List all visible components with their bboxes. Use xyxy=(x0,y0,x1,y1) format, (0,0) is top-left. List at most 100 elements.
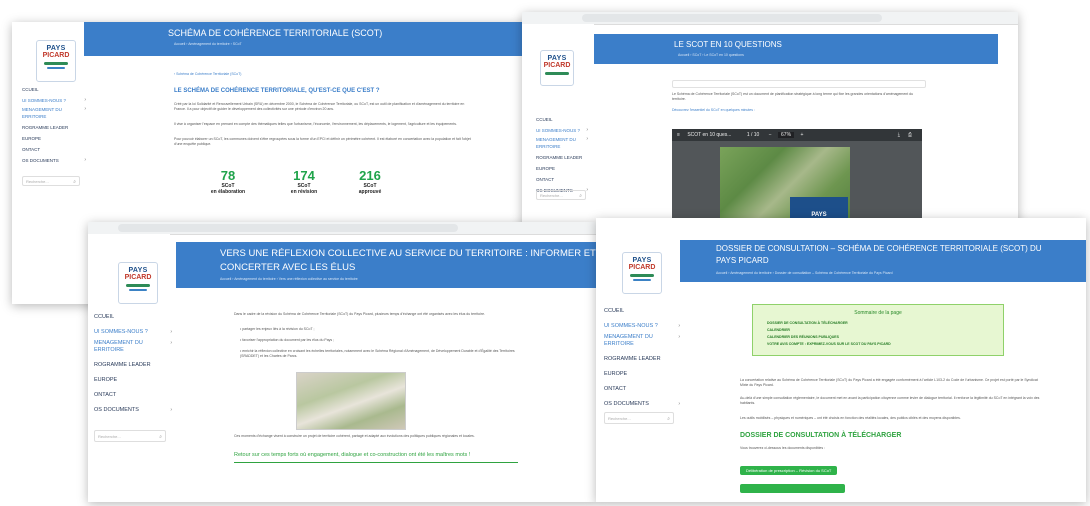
search-input[interactable]: Recherche... ⌕ xyxy=(94,430,166,442)
pays-picard-logo[interactable]: PAYS PICARD xyxy=(622,252,662,294)
menu-item-contact[interactable]: ONTACT xyxy=(536,174,588,185)
menu-item-accueil[interactable]: CCUEIL xyxy=(536,114,588,125)
download-icon[interactable]: ⤓ xyxy=(898,129,900,141)
page-indicator[interactable]: 1 / 10 xyxy=(747,132,760,138)
chevron-right-icon: › xyxy=(586,187,588,193)
menu-item-amenagement[interactable]: MENAGEMENT DU ERRITOIRE › xyxy=(94,340,172,358)
divider xyxy=(672,80,926,88)
search-input[interactable]: Recherche... ⌕ xyxy=(604,412,674,424)
page-summary-box: Sommaire de la page DOSSIER DE CONSULTAT… xyxy=(752,304,1004,356)
sidebar: PAYS PICARD CCUEIL UI SOMMES-NOUS ? › MEN… xyxy=(596,218,680,502)
search-icon[interactable]: ⌕ xyxy=(73,177,76,187)
back-link[interactable]: ‹ Schéma de Cohérence Territoriale (SCoT… xyxy=(174,72,241,77)
download-button[interactable]: Diagnostic territorial et état initial d… xyxy=(740,484,845,493)
search-icon[interactable]: ⌕ xyxy=(667,413,670,425)
pdf-viewer-toolbar: ≡ SCOT en 10 ques... 1 / 10 − 67% + ⤓ ⎙ xyxy=(672,129,922,141)
address-bar[interactable] xyxy=(582,14,882,22)
summary-title: Sommaire de la page xyxy=(854,310,902,316)
menu-item-leader[interactable]: ROGRAMME LEADER xyxy=(22,122,86,133)
page-banner: SCHÉMA DE COHÉRENCE TERRITORIALE (SCOT) … xyxy=(84,22,524,56)
breadcrumb[interactable]: Accueil › Aménagement du territoire › SC… xyxy=(174,42,242,46)
menu-item-documents[interactable]: OS DOCUMENTS › xyxy=(604,397,680,412)
page-title-line-1: VERS UNE RÉFLEXION COLLECTIVE AU SERVICE… xyxy=(220,248,596,259)
menu-item-qui-sommes-nous[interactable]: UI SOMMES-NOUS ? › xyxy=(22,95,86,106)
chevron-right-icon: › xyxy=(84,97,86,103)
summary-link[interactable]: VOTRE AVIS COMPTE : EXPRIMEZ-VOUS SUR LE… xyxy=(767,342,891,346)
search-input[interactable]: Recherche... ⌕ xyxy=(22,176,80,186)
screenshot-scot-10-questions: PAYS PICARD CCUEIL UI SOMMES-NOUS ? › MEN… xyxy=(522,12,1018,234)
sidebar: PAYS PICARD CCUEIL UI SOMMES-NOUS ? › MEN… xyxy=(88,234,172,502)
menu-item-leader[interactable]: ROGRAMME LEADER xyxy=(536,152,588,163)
summary-link[interactable]: CALENDRIER DES RÉUNIONS PUBLIQUES xyxy=(767,335,839,339)
pays-picard-logo[interactable]: PAYS PICARD xyxy=(36,40,76,82)
breadcrumb[interactable]: Accueil › Aménagement du territoire › Ve… xyxy=(220,277,358,281)
menu-item-europe[interactable]: EUROPE xyxy=(94,373,172,388)
paragraph: Il vise à organiser l'espace en prenant … xyxy=(174,122,457,126)
browser-toolbar xyxy=(522,12,1018,25)
menu-item-contact[interactable]: ONTACT xyxy=(604,382,680,397)
zoom-in-icon[interactable]: + xyxy=(800,132,803,138)
menu-item-europe[interactable]: EUROPE xyxy=(604,367,680,382)
sidebar: PAYS PICARD CCUEIL UI SOMMES-NOUS ? › MEN… xyxy=(522,24,594,234)
chevron-right-icon: › xyxy=(170,407,172,413)
search-icon[interactable]: ⌕ xyxy=(159,431,162,443)
page-title: SCHÉMA DE COHÉRENCE TERRITORIALE (SCOT) xyxy=(168,28,383,38)
sidebar: PAYS PICARD CCUEIL UI SOMMES-NOUS ? › MEN… xyxy=(12,22,94,304)
breadcrumb[interactable]: Accueil › Aménagement du territoire › Do… xyxy=(716,271,893,275)
menu-item-qui-sommes-nous[interactable]: UI SOMMES-NOUS ? › xyxy=(536,125,588,136)
chevron-right-icon: › xyxy=(84,106,86,112)
menu-item-leader[interactable]: ROGRAMME LEADER xyxy=(94,358,172,373)
menu-item-accueil[interactable]: CCUEIL xyxy=(604,304,680,319)
screenshot-reflexion-collective: PAYS PICARD CCUEIL UI SOMMES-NOUS ? › MEN… xyxy=(88,222,596,502)
paragraph: Dans le cadre de la révision du Schéma d… xyxy=(234,312,485,316)
menu-item-leader[interactable]: ROGRAMME LEADER xyxy=(604,352,680,367)
download-button[interactable]: Délibération de prescription – Révision … xyxy=(740,466,838,475)
menu-item-amenagement[interactable]: MENAGEMENT DU ERRITOIRE › xyxy=(604,334,680,352)
menu-item-contact[interactable]: ONTACT xyxy=(22,144,86,155)
search-icon[interactable]: ⌕ xyxy=(579,191,582,201)
zoom-out-icon[interactable]: − xyxy=(769,132,772,138)
menu-item-europe[interactable]: EUROPE xyxy=(536,163,588,174)
page-banner: DOSSIER DE CONSULTATION – SCHÉMA DE COHÉ… xyxy=(680,240,1086,282)
breadcrumb[interactable]: Accueil › SCoT › Le SCoT en 10 questions xyxy=(678,53,744,57)
paragraph: La concertation relative au Schéma de Co… xyxy=(740,378,1038,387)
main-menu: CCUEIL UI SOMMES-NOUS ? › MENAGEMENT DU E… xyxy=(604,304,680,412)
pays-picard-logo[interactable]: PAYS PICARD xyxy=(540,50,574,86)
bullet-item: • partager les enjeux liés à la révision… xyxy=(240,327,315,331)
address-bar[interactable] xyxy=(118,224,458,232)
stat-approuve: 216 SCoT approuvé xyxy=(358,168,382,195)
menu-item-accueil[interactable]: CCUEIL xyxy=(94,310,172,325)
screenshot-dossier-consultation: PAYS PICARD CCUEIL UI SOMMES-NOUS ? › MEN… xyxy=(596,218,1086,502)
menu-item-documents[interactable]: OS DOCUMENTS › xyxy=(22,155,86,166)
search-input[interactable]: Recherche... ⌕ xyxy=(536,190,586,200)
download-link[interactable]: Découvrez l'essentiel du SCoT en quelque… xyxy=(672,108,755,113)
section-link-heading[interactable]: Retour sur ces temps forts où engagement… xyxy=(234,452,470,458)
chevron-right-icon: › xyxy=(84,157,86,163)
menu-item-qui-sommes-nous[interactable]: UI SOMMES-NOUS ? › xyxy=(94,325,172,340)
main-menu: CCUEIL UI SOMMES-NOUS ? › MENAGEMENT DU E… xyxy=(22,84,86,166)
menu-item-europe[interactable]: EUROPE xyxy=(22,133,86,144)
menu-item-amenagement[interactable]: MENAGEMENT DU ERRITOIRE › xyxy=(22,106,86,122)
zoom-level[interactable]: 67% xyxy=(778,132,795,138)
chevron-right-icon: › xyxy=(170,329,172,335)
chevron-right-icon: › xyxy=(678,334,680,340)
pays-picard-logo[interactable]: PAYS PICARD xyxy=(118,262,158,304)
menu-item-accueil[interactable]: CCUEIL xyxy=(22,84,86,95)
summary-link[interactable]: CALENDRIER xyxy=(767,328,790,332)
summary-link[interactable]: DOSSIER DE CONSULTATION À TÉLÉCHARGER xyxy=(767,321,848,325)
main-menu: CCUEIL UI SOMMES-NOUS ? › MENAGEMENT DU E… xyxy=(536,114,588,196)
menu-item-qui-sommes-nous[interactable]: UI SOMMES-NOUS ? › xyxy=(604,319,680,334)
menu-item-documents[interactable]: OS DOCUMENTS › xyxy=(94,403,172,418)
menu-item-amenagement[interactable]: MENAGEMENT DU ERRITOIRE › xyxy=(536,136,588,152)
paragraph: Pour pouvoir élaborer un SCoT, les commu… xyxy=(174,137,471,146)
menu-item-contact[interactable]: ONTACT xyxy=(94,388,172,403)
chevron-right-icon: › xyxy=(678,401,680,407)
bullet-item: • enrichir la réflexion collective en cr… xyxy=(240,349,515,358)
print-icon[interactable]: ⎙ xyxy=(908,129,912,141)
paragraph: Le Schéma de Cohérence Territoriale (SCo… xyxy=(672,92,914,101)
chevron-right-icon: › xyxy=(170,340,172,346)
paragraph: Créé par la loi Solidarité et Renouvelle… xyxy=(174,102,465,111)
menu-icon[interactable]: ≡ xyxy=(677,132,680,138)
divider xyxy=(234,462,518,463)
chevron-right-icon: › xyxy=(586,136,588,142)
